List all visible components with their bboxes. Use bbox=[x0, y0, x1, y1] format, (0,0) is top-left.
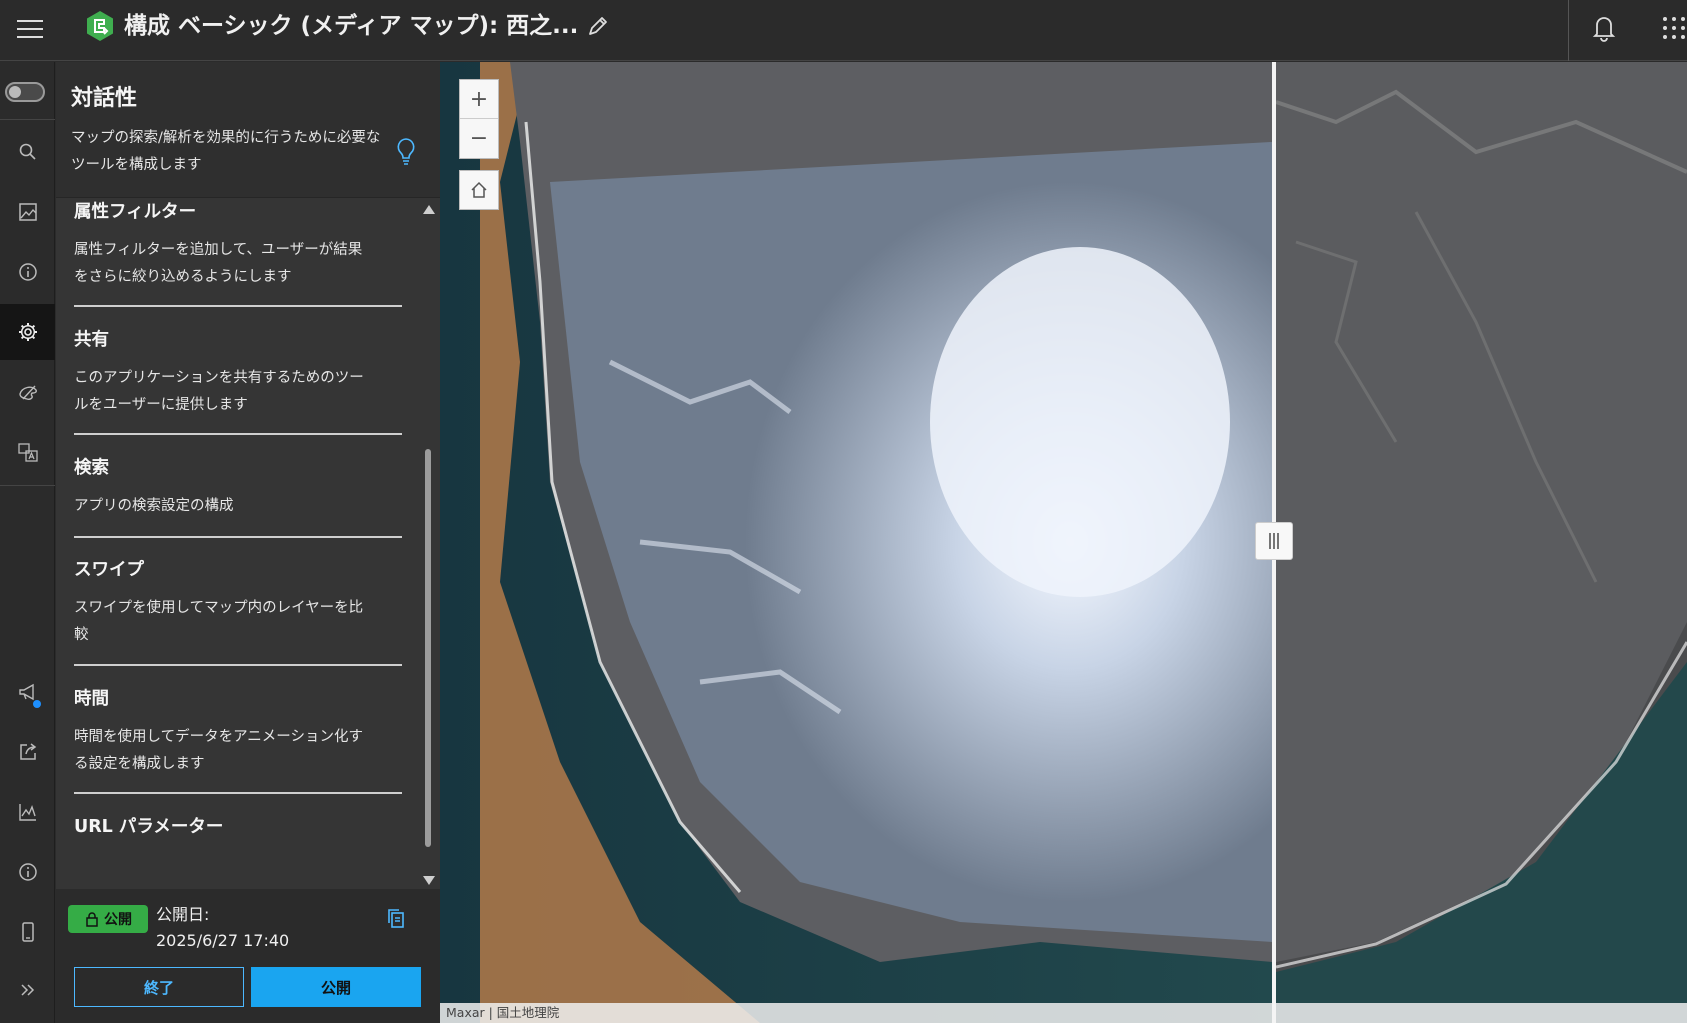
scroll-thumb[interactable] bbox=[425, 449, 431, 847]
lock-icon bbox=[86, 912, 98, 927]
setting-description: 時間を使用してデータをアニメーション化する設定を構成します bbox=[74, 729, 363, 772]
publish-date: 2025/6/27 17:40 bbox=[156, 931, 290, 950]
publish-button[interactable]: 公開 bbox=[251, 967, 421, 1007]
section-divider bbox=[74, 792, 402, 794]
setting-title: 検索 bbox=[74, 458, 109, 478]
lightbulb-icon[interactable] bbox=[394, 136, 418, 166]
gear-icon bbox=[18, 323, 37, 341]
rail-item-whats-new[interactable] bbox=[0, 664, 55, 720]
action-rail bbox=[0, 62, 55, 1023]
header-divider bbox=[1568, 0, 1569, 61]
rail-item-language[interactable] bbox=[0, 424, 55, 480]
setting-title: 共有 bbox=[74, 330, 109, 350]
scroll-up-arrow-icon[interactable] bbox=[423, 205, 435, 214]
panel-footer: 公開 公開日: 2025/6/27 17:40 終了 公開 bbox=[56, 889, 440, 1023]
bell-icon[interactable] bbox=[1590, 12, 1618, 42]
setting-search[interactable]: 検索 アプリの検索設定の構成 bbox=[74, 455, 402, 520]
zoom-in-button[interactable]: + bbox=[460, 80, 498, 119]
panel-title: 対話性 bbox=[71, 86, 138, 111]
section-divider bbox=[74, 536, 402, 538]
setting-description: 属性フィルターを追加して、ユーザーが結果をさらに絞り込めるようにします bbox=[74, 242, 363, 285]
zoom-control: + − bbox=[459, 79, 499, 159]
swipe-handle[interactable] bbox=[1255, 522, 1293, 560]
public-status-badge: 公開 bbox=[68, 905, 148, 933]
setting-url-parameters[interactable]: URL パラメーター bbox=[74, 814, 402, 840]
rail-item-help[interactable] bbox=[0, 844, 55, 900]
setting-time[interactable]: 時間 時間を使用してデータをアニメーション化する設定を構成します bbox=[74, 686, 402, 778]
mobile-icon bbox=[21, 922, 34, 942]
rail-item-theme[interactable] bbox=[0, 364, 55, 420]
badge-label: 公開 bbox=[104, 912, 132, 928]
language-icon bbox=[17, 443, 38, 462]
rail-divider bbox=[0, 485, 55, 486]
panel-scrollbar[interactable] bbox=[419, 199, 437, 889]
notification-dot bbox=[33, 700, 41, 708]
section-divider bbox=[74, 664, 402, 666]
setting-swipe[interactable]: スワイプ スワイプを使用してマップ内のレイヤーを比較 bbox=[74, 557, 402, 649]
search-icon bbox=[19, 143, 36, 160]
setting-title: 属性フィルター bbox=[74, 202, 197, 222]
app-logo-icon bbox=[87, 11, 113, 41]
setting-attribute-filter[interactable]: 属性フィルター 属性フィルターを追加して、ユーザーが結果をさらに絞り込めるように… bbox=[74, 199, 402, 291]
satellite-imagery-right[interactable] bbox=[1276, 62, 1687, 1023]
rail-item-mobile-preview[interactable] bbox=[0, 904, 55, 960]
app-title: 構成 ベーシック (メディア マップ): 西之... bbox=[124, 13, 579, 39]
map-attribution-right bbox=[1276, 1003, 1687, 1023]
satellite-imagery-left[interactable] bbox=[440, 62, 1272, 1023]
setting-title: URL パラメーター bbox=[74, 817, 224, 837]
exit-button[interactable]: 終了 bbox=[74, 967, 244, 1007]
panel-header: 対話性 マップの探索/解析を効果的に行うために必要なツールを構成します bbox=[56, 62, 440, 198]
menu-icon[interactable] bbox=[14, 14, 46, 46]
expand-icon bbox=[20, 984, 34, 996]
edit-title-icon[interactable] bbox=[586, 14, 610, 38]
chart-icon bbox=[18, 804, 36, 821]
rail-item-interactivity[interactable] bbox=[0, 304, 55, 360]
section-divider bbox=[74, 305, 402, 307]
setting-share[interactable]: 共有 このアプリケーションを共有するためのツールをユーザーに提供します bbox=[74, 327, 402, 419]
setting-title: 時間 bbox=[74, 689, 109, 709]
app-header: 構成 ベーシック (メディア マップ): 西之... bbox=[0, 0, 1687, 61]
home-button[interactable] bbox=[459, 170, 499, 210]
grip-icon bbox=[1269, 533, 1279, 549]
image-icon bbox=[18, 203, 37, 221]
home-icon bbox=[471, 181, 487, 198]
info-icon bbox=[18, 863, 37, 881]
scroll-down-arrow-icon[interactable] bbox=[423, 876, 435, 885]
rail-item-about[interactable] bbox=[0, 184, 55, 240]
config-panel: 対話性 マップの探索/解析を効果的に行うために必要なツールを構成します 属性フィ… bbox=[56, 62, 440, 1023]
setting-title: スワイプ bbox=[74, 560, 144, 580]
rail-expand[interactable] bbox=[0, 962, 55, 1018]
preview-toggle[interactable] bbox=[5, 82, 45, 102]
rail-item-analytics[interactable] bbox=[0, 784, 55, 840]
map-view[interactable]: + − Maxar | 国土地理院 bbox=[440, 62, 1687, 1023]
share-icon bbox=[19, 743, 36, 760]
theme-icon bbox=[18, 385, 37, 400]
panel-description: マップの探索/解析を効果的に行うために必要なツールを構成します bbox=[71, 130, 381, 173]
map-attribution[interactable]: Maxar | 国土地理院 bbox=[440, 1003, 1272, 1023]
zoom-out-button[interactable]: − bbox=[460, 119, 498, 158]
copy-icon[interactable] bbox=[384, 907, 408, 931]
section-divider bbox=[74, 433, 402, 435]
setting-description: スワイプを使用してマップ内のレイヤーを比較 bbox=[74, 600, 364, 643]
rail-item-info[interactable] bbox=[0, 244, 55, 300]
publish-date-label: 公開日: bbox=[156, 905, 210, 924]
rail-divider bbox=[0, 119, 55, 120]
setting-description: このアプリケーションを共有するためのツールをユーザーに提供します bbox=[74, 370, 364, 413]
rail-item-search[interactable] bbox=[0, 124, 55, 180]
settings-list[interactable]: 属性フィルター 属性フィルターを追加して、ユーザーが結果をさらに絞り込めるように… bbox=[56, 199, 440, 889]
setting-description: アプリの検索設定の構成 bbox=[74, 498, 234, 514]
info-icon bbox=[18, 263, 37, 281]
rail-item-share[interactable] bbox=[0, 724, 55, 780]
app-launcher-icon[interactable] bbox=[1660, 12, 1687, 42]
